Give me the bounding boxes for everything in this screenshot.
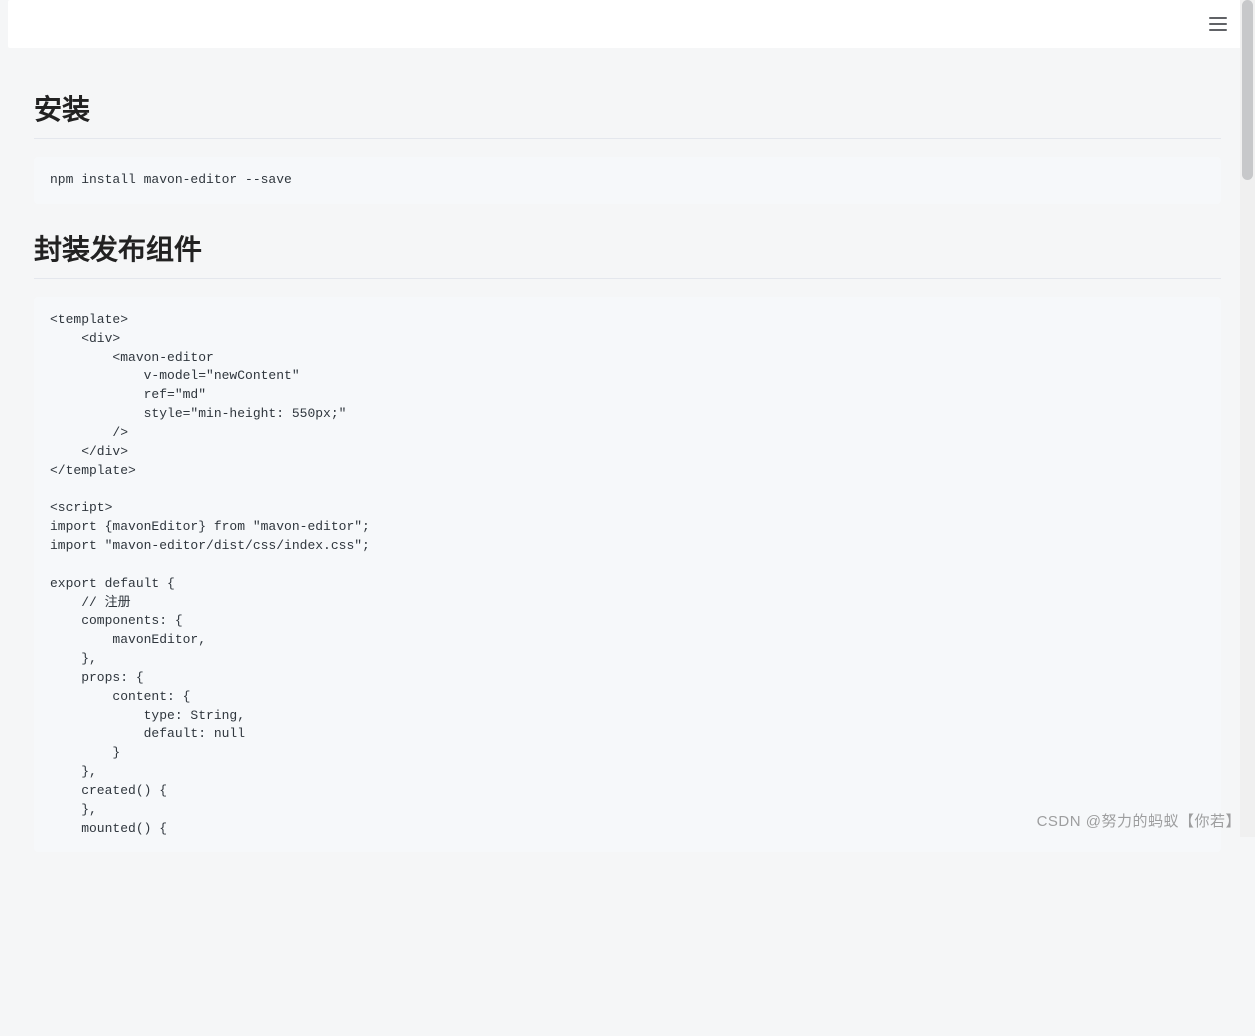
hamburger-icon[interactable] — [1209, 17, 1227, 31]
scrollbar-thumb[interactable] — [1242, 0, 1253, 180]
heading-install: 安装 — [34, 88, 1221, 139]
code-install[interactable]: npm install mavon-editor --save — [34, 157, 1221, 204]
top-header — [8, 0, 1247, 48]
heading-component: 封装发布组件 — [34, 228, 1221, 279]
scrollbar-track[interactable] — [1240, 0, 1255, 837]
code-component[interactable]: <template> <div> <mavon-editor v-model="… — [34, 297, 1221, 853]
article-body: 安装 npm install mavon-editor --save 封装发布组… — [8, 48, 1247, 1036]
